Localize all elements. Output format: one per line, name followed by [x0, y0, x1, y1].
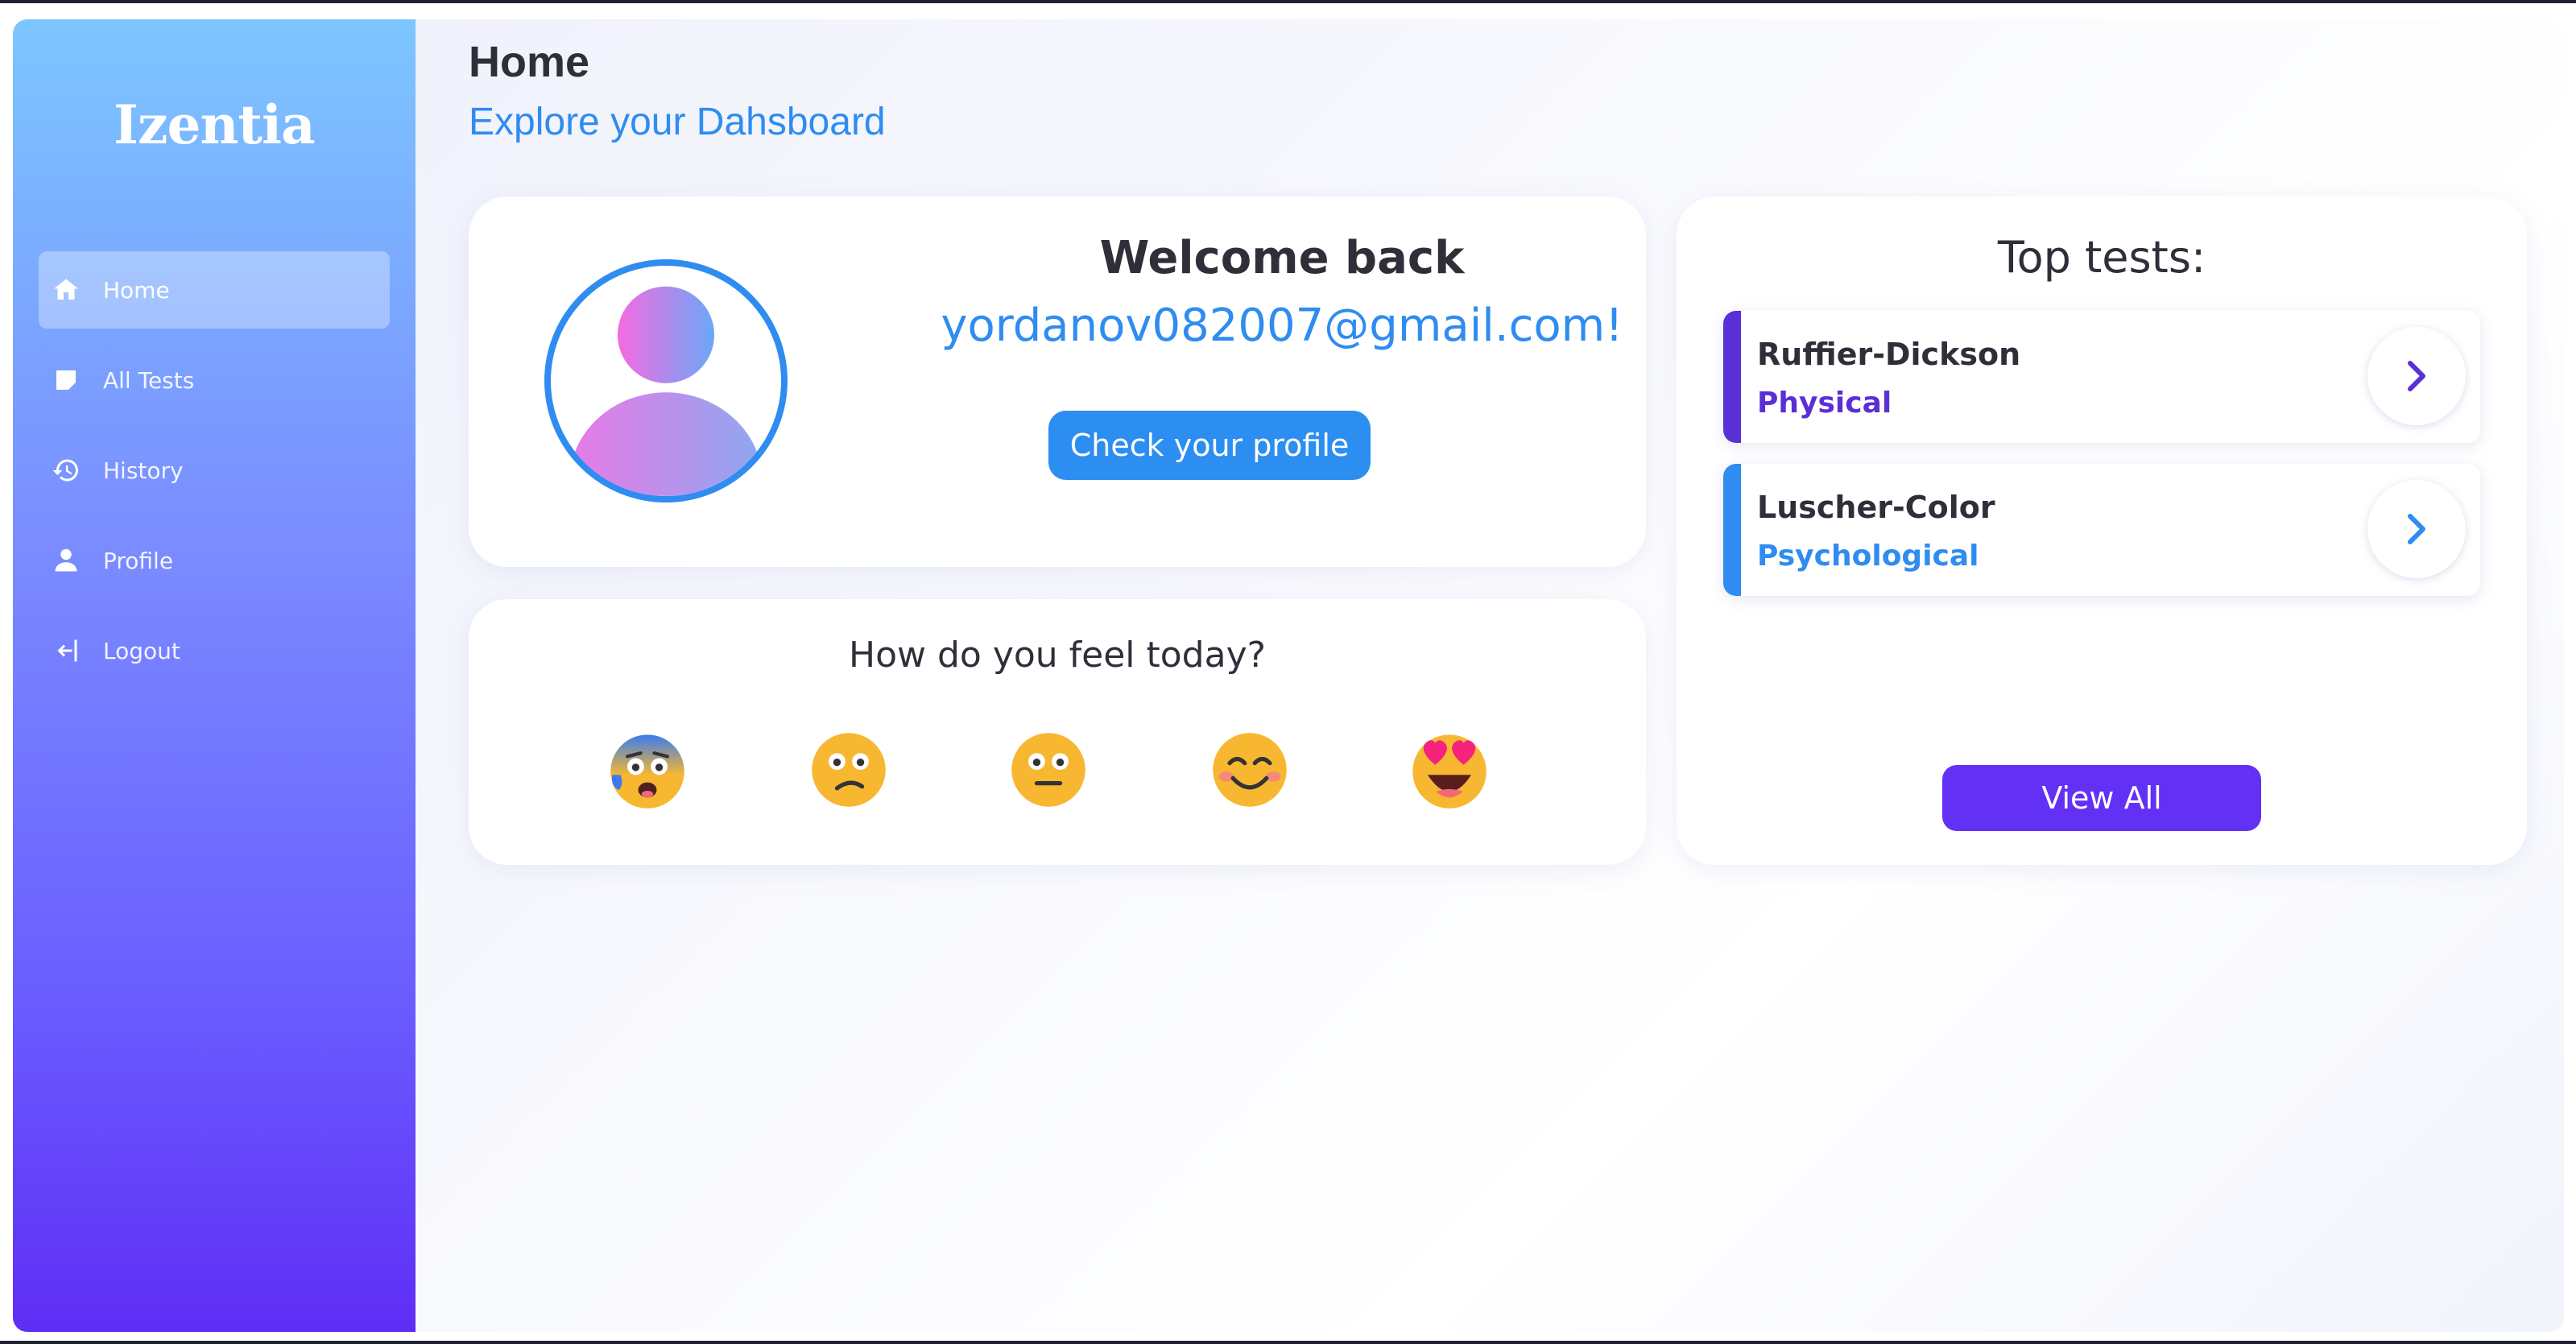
test-category-bar [1723, 464, 1741, 596]
neutral-face-icon[interactable] [1007, 728, 1090, 812]
sidebar-item-home[interactable]: Home [39, 251, 390, 329]
open-test-button[interactable] [2367, 480, 2466, 578]
app-container: Izentia Home All Tests History Profile L… [13, 19, 2564, 1332]
sidebar-nav: Home All Tests History Profile Logout [39, 251, 390, 702]
top-tests-title: Top tests: [1997, 232, 2206, 283]
sidebar-item-profile[interactable]: Profile [39, 522, 390, 599]
top-tests-card: Top tests: Ruffier-Dickson Physical Lusc… [1677, 196, 2527, 865]
welcome-card: Welcome back yordanov082007@gmail.com! C… [469, 196, 1646, 567]
logout-icon [42, 635, 90, 667]
page-title: Home [469, 38, 590, 86]
browser-viewport: Izentia Home All Tests History Profile L… [0, 3, 2576, 1341]
page-subtitle: Explore your Dahsboard [469, 101, 886, 143]
sidebar-item-label: Home [103, 276, 170, 304]
anxious-face-icon[interactable] [606, 728, 689, 812]
test-name: Luscher-Color [1757, 490, 1995, 525]
test-category: Psychological [1757, 540, 1979, 573]
sidebar-item-all-tests[interactable]: All Tests [39, 341, 390, 419]
open-test-button[interactable] [2367, 327, 2466, 425]
test-item-luscher-color[interactable]: Luscher-Color Psychological [1723, 464, 2480, 596]
heart-eyes-face-icon[interactable] [1408, 728, 1491, 812]
test-item-ruffier-dickson[interactable]: Ruffier-Dickson Physical [1723, 311, 2480, 443]
app-logo[interactable]: Izentia [13, 93, 416, 156]
sidebar-item-logout[interactable]: Logout [39, 612, 390, 689]
sidebar-item-label: Logout [103, 637, 180, 664]
sidebar-item-label: Profile [103, 547, 174, 574]
view-all-button[interactable]: View All [1942, 765, 2261, 831]
test-name: Ruffier-Dickson [1757, 337, 2021, 372]
confused-face-icon[interactable] [807, 728, 891, 812]
mood-question: How do you feel today? [849, 635, 1266, 676]
chevron-right-icon [2408, 514, 2425, 544]
welcome-title: Welcome back [1099, 232, 1465, 284]
note-icon [42, 364, 90, 396]
user-email: yordanov082007@gmail.com! [941, 300, 1623, 352]
sidebar-item-label: History [103, 457, 184, 484]
test-category-bar [1723, 311, 1741, 443]
sidebar-item-label: All Tests [103, 366, 195, 394]
smiling-face-icon[interactable] [1208, 728, 1292, 812]
home-icon [42, 274, 90, 306]
sidebar-item-history[interactable]: History [39, 432, 390, 509]
history-icon [42, 454, 90, 486]
person-icon [42, 544, 90, 577]
mood-card: How do you feel today? [469, 599, 1646, 865]
sidebar: Izentia Home All Tests History Profile L… [13, 19, 416, 1332]
check-profile-button[interactable]: Check your profile [1048, 411, 1371, 480]
chevron-right-icon [2408, 361, 2425, 391]
mood-options [606, 728, 1524, 825]
test-category: Physical [1757, 387, 1892, 420]
user-avatar-icon [544, 259, 788, 502]
